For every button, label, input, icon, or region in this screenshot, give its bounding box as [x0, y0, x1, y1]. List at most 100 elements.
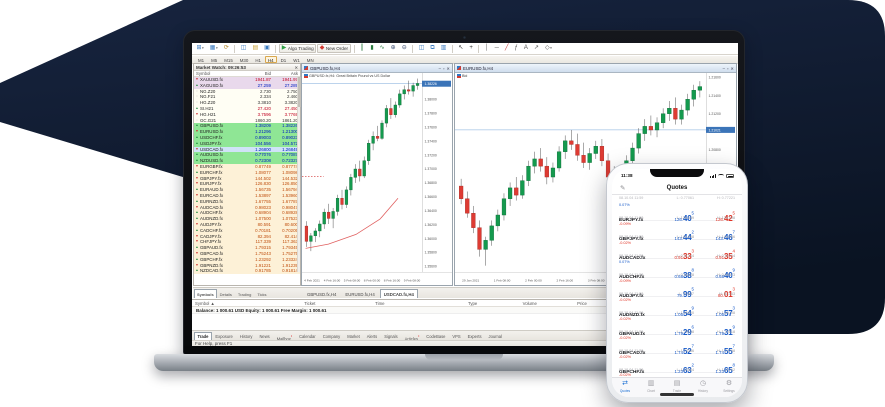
tab-calendar[interactable]: Calendar [296, 332, 320, 340]
phone-tab-settings[interactable]: ⚙Settings [716, 378, 742, 397]
tab-ticks[interactable]: Ticks [254, 289, 269, 298]
tab-exposure[interactable]: Exposure [212, 332, 236, 340]
timeframe-h1[interactable]: H1 [252, 56, 264, 63]
close-icon[interactable]: ✕ [730, 66, 734, 71]
chart-titlebar[interactable]: EURUSD.fx,H4 –▫✕ [455, 64, 736, 73]
toolbox-button[interactable]: ▣ [262, 44, 273, 53]
quote-row-audchffx[interactable]: 0.07%AUDCHF.fx0.683880.6840908.10.04 11:… [619, 259, 735, 278]
market-watch-scrollbar[interactable] [297, 77, 300, 272]
home-indicator[interactable] [660, 393, 694, 396]
column-bid[interactable]: Bid [246, 71, 273, 76]
close-icon[interactable]: ✕ [295, 64, 298, 70]
timeframe-h4[interactable]: H4 [265, 56, 277, 63]
quote-row-audcadfx[interactable]: -0.02%AUDCAD.fx0.913330.9135408.10.04 11… [619, 240, 735, 259]
toolbox-column-volume[interactable]: Volume [520, 300, 575, 306]
edit-pencil-icon[interactable]: ✎ [620, 184, 625, 192]
tab-trading[interactable]: Trading [235, 289, 254, 298]
svg-text:1.36000: 1.36000 [425, 237, 437, 241]
toolbox-column-ticket[interactable]: Ticket [301, 300, 372, 306]
svg-text:1.37000: 1.37000 [425, 167, 437, 171]
phone-tab-quotes[interactable]: ⇄Quotes [612, 378, 638, 397]
arrow-tool-button[interactable]: ↗ [531, 44, 541, 53]
chart-canvas[interactable]: GBPUSD.fx,H4: Great Britain Pound vs US … [302, 73, 452, 285]
quote-row-gbpaudfx[interactable]: -0.02%GBPAUD.fx1.792961.7931908.10.04 11… [619, 316, 735, 335]
navigator-button[interactable]: ▤ [250, 44, 261, 53]
bar-chart-button[interactable]: ║ [358, 44, 367, 53]
text-button[interactable]: A [521, 44, 530, 53]
tab-market[interactable]: Market [344, 332, 364, 340]
candle-chart-button[interactable]: ▮ [368, 44, 376, 53]
tab-experts[interactable]: Experts [464, 332, 485, 340]
quote-row-audnzdfx[interactable]: -0.02%AUDNZD.fx1.055491.0557308.10.04 11… [619, 297, 735, 316]
cursor-button[interactable]: ↖ [456, 44, 466, 53]
tab-news[interactable]: News [256, 332, 273, 340]
fibonacci-button[interactable]: ƒ [512, 44, 520, 53]
tab-mailbox[interactable]: Mailbox• [273, 332, 295, 340]
market-watch-panel: Market Watch: 09:26:53 ✕ Symbol Bid Ask … [193, 63, 301, 286]
toolbox-column-type[interactable]: Type [465, 300, 520, 306]
quote-row-audjpyfx[interactable]: -0.09%AUDJPY.fx79.99580.01308.10.04 11:5… [619, 278, 735, 297]
cascade-windows-button[interactable]: ⧉ [428, 44, 437, 53]
tab-eurusd-fx-h4[interactable]: EURUSD.fx,H4 [341, 289, 378, 298]
tab-gbpusd-fx-h4[interactable]: GBPUSD.fx,H4 [303, 289, 340, 298]
chart-titlebar[interactable]: GBPUSD.fx,H4 –▫✕ [302, 64, 452, 73]
line-chart-button[interactable]: ∿ [377, 44, 387, 53]
tab-journal[interactable]: Journal [485, 332, 505, 340]
svg-text:1.21400: 1.21400 [709, 94, 721, 98]
timeframe-mn[interactable]: MN [304, 56, 317, 63]
horizontal-line-button[interactable]: ─ [492, 44, 501, 53]
tab-company[interactable]: Company [319, 332, 344, 340]
refresh-button[interactable]: ⟳ [221, 44, 231, 53]
market-watch-row[interactable]: ▲NZDCAD.fx0.917850.91814 [194, 268, 300, 274]
profiles-button[interactable]: ▦▾ [207, 44, 220, 53]
timeframe-m5[interactable]: M5 [208, 56, 220, 63]
tab-codebase[interactable]: CodeBase [423, 332, 449, 340]
timeframe-d1[interactable]: D1 [278, 56, 290, 63]
zoom-out-button[interactable]: ⊖ [399, 44, 409, 53]
toolbox-column-symbol[interactable]: Symbol ▲ [192, 300, 301, 306]
algo-trading-button[interactable]: ▶Algo Trading [279, 44, 316, 53]
market-watch-button[interactable]: ◫ [238, 44, 249, 53]
timeframe-m30[interactable]: M30 [237, 56, 252, 63]
window-controls[interactable]: –▫✕ [723, 66, 734, 71]
tab-symbols[interactable]: Symbols [194, 289, 217, 298]
minimize-icon[interactable]: – [723, 66, 725, 71]
minimize-icon[interactable]: – [439, 66, 441, 71]
timeframe-m15[interactable]: M15 [221, 56, 236, 63]
quote-row-gbpjpyfx[interactable]: -0.09%GBPJPY.fx143.442143.46708.10.04 11… [619, 221, 735, 240]
tab-vps[interactable]: VPS [449, 332, 464, 340]
arrange-windows-button[interactable]: ▥ [438, 44, 449, 53]
toolbar: ⊞▾▦▾⟳◫▤▣▶Algo Trading◆New Order║▮∿⊕⊖◫⧉▥↖… [192, 43, 738, 55]
trendline-button[interactable]: ╱ [502, 44, 511, 53]
crosshair-button[interactable]: + [467, 44, 476, 53]
quote-row-gbpcadfx[interactable]: -0.02%GBPCAD.fx1.745271.7455708.10.04 11… [619, 335, 735, 354]
tab-alerts[interactable]: Alerts [363, 332, 380, 340]
tile-windows-button[interactable]: ◫ [416, 44, 427, 53]
chart-icon: ▥ [638, 380, 664, 388]
new-order-button[interactable]: ◆New Order [317, 44, 350, 53]
trendline-icon: ╱ [505, 44, 509, 53]
tab-usdcad-fx-h4[interactable]: USDCAD.fx,H4 [380, 289, 418, 298]
column-symbol[interactable]: Symbol [194, 71, 246, 76]
quote-row-eurjpyfx[interactable]: 0.07%EURJPY.fx126.405126.42508.10.04 11:… [619, 202, 735, 221]
tab-articles[interactable]: Articles• [401, 332, 423, 340]
quote-row-gbpchffx[interactable]: -0.02%GBPCHF.fx1.236321.2365808.10.04 11… [619, 354, 735, 373]
tab-signals[interactable]: Signals [381, 332, 401, 340]
svg-text:29 Jan 2021: 29 Jan 2021 [462, 279, 479, 283]
restore-icon[interactable]: ▫ [443, 66, 445, 71]
shapes-button[interactable]: ◇▾ [542, 44, 554, 53]
column-ask[interactable]: Ask [273, 71, 300, 76]
timeframe-w1[interactable]: W1 [290, 56, 303, 63]
close-icon[interactable]: ✕ [446, 66, 450, 71]
window-controls[interactable]: –▫✕ [439, 66, 450, 71]
timeframe-m1[interactable]: M1 [195, 56, 207, 63]
new-chart-button[interactable]: ⊞▾ [194, 44, 206, 53]
toolbox-column-time[interactable]: Time [372, 300, 465, 306]
restore-icon[interactable]: ▫ [727, 66, 729, 71]
zoom-in-button[interactable]: ⊕ [388, 44, 398, 53]
vertical-line-button[interactable]: │ [482, 44, 491, 53]
svg-text:4 Feb 2021: 4 Feb 2021 [304, 279, 320, 283]
tab-trade[interactable]: Trade [194, 332, 212, 340]
tab-details[interactable]: Details [217, 289, 235, 298]
tab-history[interactable]: History [236, 332, 256, 340]
